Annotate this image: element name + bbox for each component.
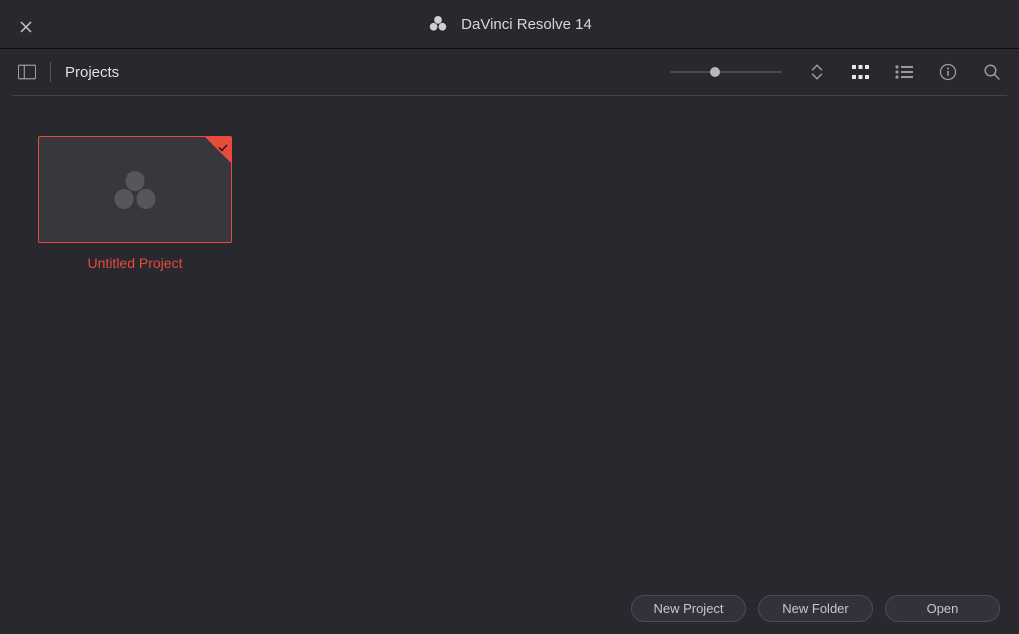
new-project-button[interactable]: New Project — [631, 595, 746, 622]
project-thumbnail[interactable] — [38, 136, 232, 243]
project-name-label: Untitled Project — [88, 255, 183, 271]
footer-buttons: New Project New Folder Open — [631, 595, 1000, 622]
panel-toggle-icon[interactable] — [18, 63, 36, 81]
app-title: DaVinci Resolve 14 — [461, 16, 592, 33]
toolbar-title: Projects — [65, 64, 119, 81]
checkmark-icon — [218, 140, 228, 158]
new-folder-button[interactable]: New Folder — [758, 595, 873, 622]
sort-icon[interactable] — [808, 63, 826, 81]
project-placeholder-icon — [110, 168, 160, 212]
grid-view-icon[interactable] — [852, 65, 869, 79]
toolbar: Projects — [12, 49, 1007, 96]
search-icon[interactable] — [983, 63, 1001, 81]
toolbar-divider — [50, 62, 51, 82]
open-button[interactable]: Open — [885, 595, 1000, 622]
list-view-icon[interactable] — [895, 65, 913, 79]
thumbnail-size-slider[interactable] — [670, 62, 782, 82]
close-icon[interactable] — [20, 20, 32, 32]
projects-grid: Untitled Project — [0, 96, 1019, 311]
window-titlebar: DaVinci Resolve 14 — [0, 0, 1019, 49]
app-logo-icon — [427, 13, 449, 35]
project-item[interactable]: Untitled Project — [38, 136, 232, 271]
info-icon[interactable] — [939, 63, 957, 81]
